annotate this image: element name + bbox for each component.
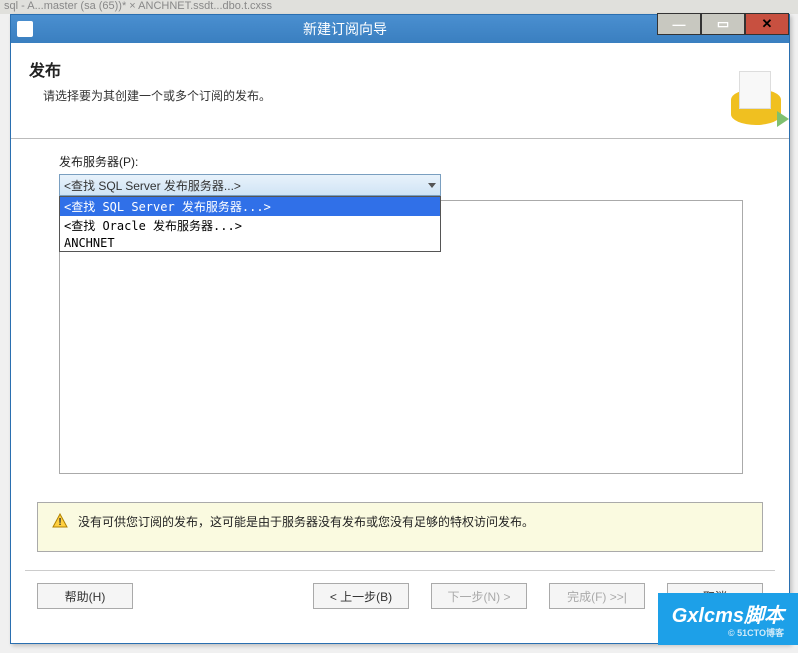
warning-text: 没有可供您订阅的发布，这可能是由于服务器没有发布或您没有足够的特权访问发布。 xyxy=(78,513,534,530)
maximize-button[interactable]: ▭ xyxy=(701,13,745,35)
finish-button[interactable]: 完成(F) >>| xyxy=(549,583,645,609)
header-graphic xyxy=(717,53,789,133)
content-area: 发布服务器(P): <查找 SQL Server 发布服务器...> <查找 S… xyxy=(11,139,789,484)
window-title: 新建订阅向导 xyxy=(33,19,657,39)
minimize-button[interactable]: — xyxy=(657,13,701,35)
page-title: 发布 xyxy=(29,57,771,81)
publisher-combo-wrap: <查找 SQL Server 发布服务器...> <查找 SQL Server … xyxy=(59,174,741,196)
page-subtitle: 请选择要为其创建一个或多个订阅的发布。 xyxy=(43,87,771,104)
back-button[interactable]: < 上一步(B) xyxy=(313,583,409,609)
window-controls: — ▭ ✕ xyxy=(657,15,789,43)
publisher-combobox[interactable]: <查找 SQL Server 发布服务器...> xyxy=(59,174,441,196)
chevron-down-icon xyxy=(428,183,436,188)
app-icon xyxy=(17,21,33,37)
titlebar[interactable]: 新建订阅向导 — ▭ ✕ xyxy=(11,15,789,43)
help-button[interactable]: 帮助(H) xyxy=(37,583,133,609)
wizard-window: 新建订阅向导 — ▭ ✕ 发布 请选择要为其创建一个或多个订阅的发布。 发布服务… xyxy=(10,14,790,644)
publisher-selected-text: <查找 SQL Server 发布服务器...> xyxy=(64,177,241,194)
watermark-main: Gxlcms脚本 xyxy=(672,605,784,627)
dropdown-option[interactable]: <查找 SQL Server 发布服务器...> xyxy=(60,197,440,216)
publisher-label: 发布服务器(P): xyxy=(59,153,741,170)
warning-box: ! 没有可供您订阅的发布，这可能是由于服务器没有发布或您没有足够的特权访问发布。 xyxy=(37,502,763,552)
svg-text:!: ! xyxy=(58,517,61,528)
background-tabs: sql - A...master (sa (65))* × ANCHNET.ss… xyxy=(0,0,798,14)
close-button[interactable]: ✕ xyxy=(745,13,789,35)
watermark-sub: © 51CTO博客 xyxy=(672,626,784,639)
dropdown-option[interactable]: <查找 Oracle 发布服务器...> xyxy=(60,216,440,235)
warning-icon: ! xyxy=(52,513,68,529)
dropdown-option[interactable]: ANCHNET xyxy=(60,235,440,251)
next-button[interactable]: 下一步(N) > xyxy=(431,583,527,609)
watermark: Gxlcms脚本 © 51CTO博客 xyxy=(658,593,798,645)
publisher-dropdown[interactable]: <查找 SQL Server 发布服务器...> <查找 Oracle 发布服务… xyxy=(59,196,441,252)
wizard-header: 发布 请选择要为其创建一个或多个订阅的发布。 xyxy=(11,43,789,139)
